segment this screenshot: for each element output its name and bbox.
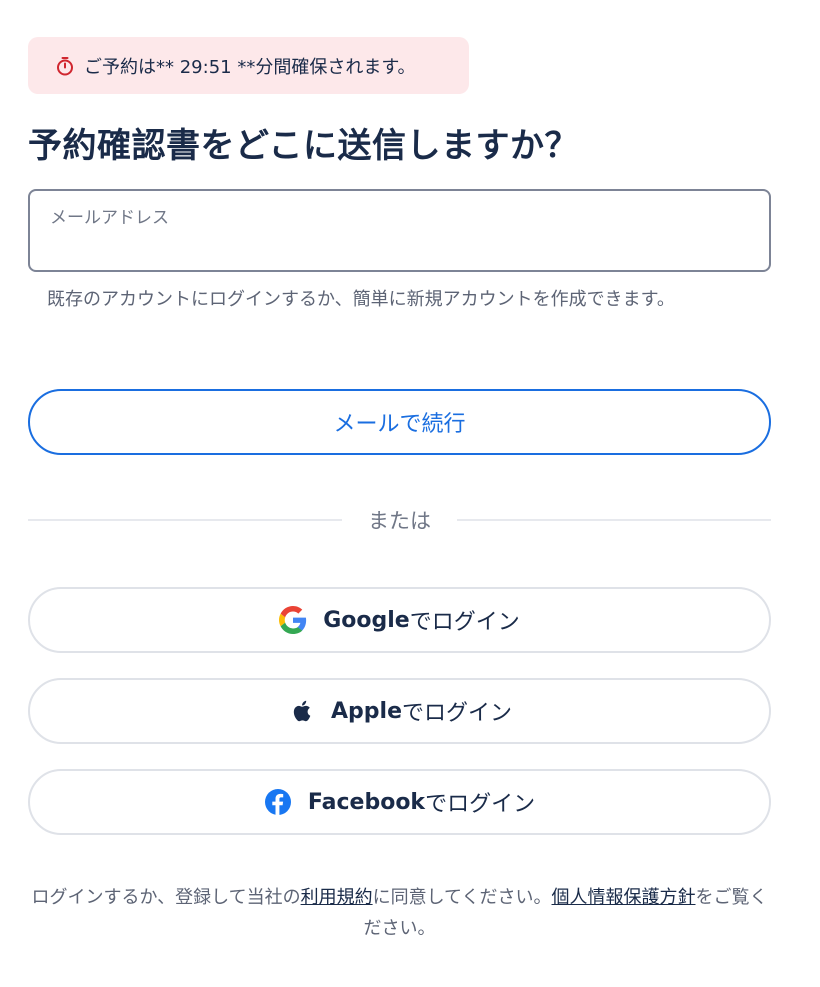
email-input[interactable] bbox=[50, 231, 750, 261]
google-login-button[interactable]: Google でログイン bbox=[28, 587, 771, 653]
timer-text: ご予約は** 29:51 **分間確保されます。 bbox=[84, 56, 416, 78]
apple-login-brand: Apple bbox=[331, 698, 402, 724]
facebook-icon bbox=[264, 788, 292, 816]
stopwatch-icon bbox=[54, 55, 76, 77]
divider-line-right bbox=[457, 519, 771, 521]
facebook-login-brand: Facebook bbox=[307, 789, 426, 815]
legal-prefix: ログインするか、登録して当社の bbox=[31, 887, 301, 908]
continue-with-email-button[interactable]: メールで続行 bbox=[28, 389, 771, 455]
terms-link[interactable]: 利用規約 bbox=[301, 887, 373, 908]
email-field[interactable]: メールアドレス bbox=[28, 189, 771, 272]
google-login-suffix: でログイン bbox=[409, 610, 520, 635]
facebook-login-button[interactable]: Facebook でログイン bbox=[28, 769, 771, 835]
apple-login-suffix: でログイン bbox=[401, 701, 512, 726]
legal-middle: に同意してください。 bbox=[372, 887, 552, 908]
facebook-login-suffix: でログイン bbox=[425, 792, 536, 817]
google-icon bbox=[279, 606, 307, 634]
email-field-label: メールアドレス bbox=[50, 208, 169, 228]
email-helper-text: 既存のアカウントにログインするか、簡単に新規アカウントを作成できます。 bbox=[47, 289, 675, 310]
apple-login-button[interactable]: Apple でログイン bbox=[28, 678, 771, 744]
divider-text: または bbox=[368, 509, 431, 533]
page-title: 予約確認書をどこに送信しますか？ bbox=[28, 126, 579, 166]
reservation-timer-banner: ご予約は** 29:51 **分間確保されます。 bbox=[28, 37, 469, 94]
divider-line-left bbox=[28, 519, 342, 521]
privacy-policy-link[interactable]: 個人情報保護方針 bbox=[552, 887, 696, 908]
apple-icon bbox=[287, 697, 315, 725]
google-login-brand: Google bbox=[323, 607, 410, 633]
or-divider: または bbox=[28, 503, 771, 537]
legal-notice: ログインするか、登録して当社の利用規約に同意してください。個人情報保護方針をご覧… bbox=[28, 882, 771, 944]
